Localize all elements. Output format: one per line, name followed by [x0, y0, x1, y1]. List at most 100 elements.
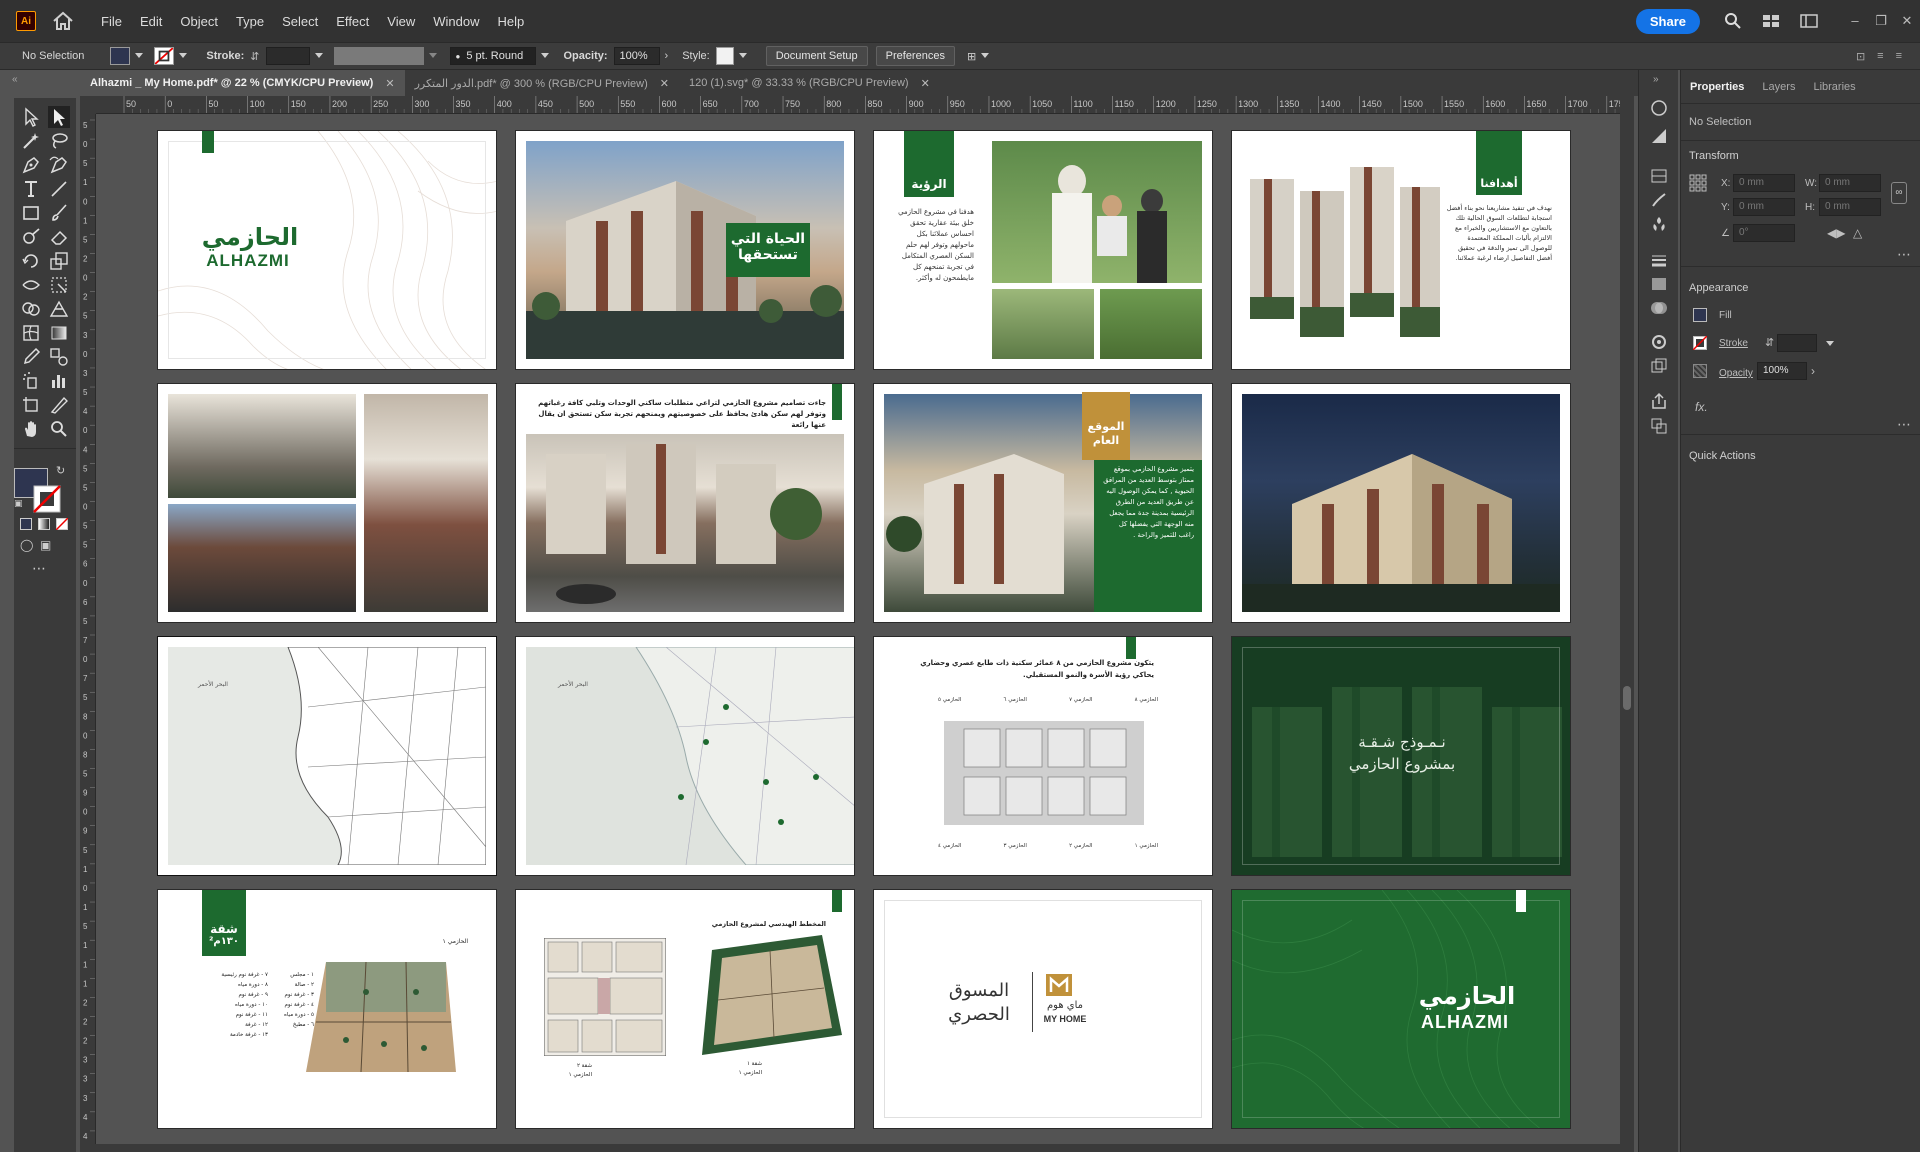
- w-field[interactable]: 0 mm: [1819, 174, 1881, 192]
- chevron-down-icon[interactable]: [738, 51, 748, 61]
- opacity-field[interactable]: 100%: [1757, 362, 1807, 380]
- align-icon[interactable]: ≡: [1877, 50, 1883, 62]
- type-tool-icon[interactable]: [20, 178, 42, 200]
- curvature-tool-icon[interactable]: [48, 154, 70, 176]
- horizontal-ruler[interactable]: 50 0 50 100 150 200 250 300 350 400 450 500 550 600 65…: [96, 96, 1620, 114]
- gradient-panel-icon[interactable]: [1649, 274, 1669, 294]
- symbol-sprayer-tool-icon[interactable]: [20, 370, 42, 392]
- blend-tool-icon[interactable]: [48, 346, 70, 368]
- restore-icon[interactable]: ❐: [1868, 13, 1894, 29]
- search-icon[interactable]: [1724, 12, 1742, 30]
- chevron-down-icon[interactable]: [1825, 339, 1835, 349]
- scale-tool-icon[interactable]: [48, 250, 70, 272]
- arrange-icon[interactable]: ⊞: [967, 50, 976, 63]
- export-icon[interactable]: [1649, 392, 1669, 412]
- gradient-mode-icon[interactable]: [38, 518, 50, 530]
- chevron-down-icon[interactable]: [540, 51, 550, 61]
- zoom-tool-icon[interactable]: [48, 418, 70, 440]
- menu-icon[interactable]: ≡: [1896, 50, 1902, 62]
- stroke-swatch[interactable]: [154, 47, 175, 65]
- chevron-down-icon[interactable]: [178, 51, 188, 61]
- artboard-9-map[interactable]: البحر الأحمر: [157, 636, 497, 876]
- share-button[interactable]: Share: [1635, 8, 1700, 34]
- more-tools-icon[interactable]: ⋯: [32, 560, 46, 577]
- more-options-icon[interactable]: ⋯: [1897, 246, 1911, 263]
- artboard-10-map-pins[interactable]: البحر الأحمر: [515, 636, 855, 876]
- y-field[interactable]: 0 mm: [1733, 198, 1795, 216]
- artboard-7-location[interactable]: الموقع العام يتميز مشروع الحازمي بموقع م…: [873, 383, 1213, 623]
- menu-help[interactable]: Help: [488, 14, 533, 29]
- column-graph-tool-icon[interactable]: [48, 370, 70, 392]
- artboard-14-engineering-plan[interactable]: المخطط الهندسي لمشروع الحازمي شقة ٢ الحا…: [515, 889, 855, 1129]
- stroke-weight-field[interactable]: [1777, 334, 1817, 352]
- opacity-label[interactable]: Opacity:: [564, 50, 608, 62]
- scrollbar-thumb[interactable]: [1623, 686, 1631, 710]
- artboard-12-apartment-model[interactable]: نـمـوذج شـقـة بمشروع الحازمي: [1231, 636, 1571, 876]
- close-icon[interactable]: ✕: [921, 77, 930, 90]
- stepper-icon[interactable]: ⇵: [1765, 336, 1774, 349]
- stroke-label[interactable]: Stroke: [1719, 338, 1748, 349]
- draw-mode-icon[interactable]: ◯: [20, 538, 33, 552]
- chevron-right-icon[interactable]: ›: [1811, 364, 1815, 378]
- swap-icon[interactable]: ↻: [56, 464, 65, 477]
- opacity-field[interactable]: 100%: [613, 47, 660, 65]
- graphic-styles-icon[interactable]: [1649, 356, 1669, 376]
- stroke-weight-field[interactable]: [265, 47, 310, 65]
- panel-layout-icon[interactable]: [1800, 12, 1818, 30]
- flip-vertical-icon[interactable]: △: [1853, 226, 1862, 240]
- tab-libraries[interactable]: Libraries: [1804, 81, 1864, 93]
- default-colors-icon[interactable]: ▣: [14, 498, 23, 509]
- menu-file[interactable]: File: [92, 14, 131, 29]
- eraser-tool-icon[interactable]: [48, 226, 70, 248]
- swatches-panel-icon[interactable]: [1649, 98, 1669, 118]
- close-icon[interactable]: ✕: [1894, 13, 1920, 29]
- constrain-proportions-icon[interactable]: ∞: [1891, 182, 1907, 204]
- chevron-down-icon[interactable]: [428, 51, 438, 61]
- rotate-field[interactable]: 0°: [1733, 224, 1795, 242]
- artboard-1-cover[interactable]: الحازمي ALHAZMI: [157, 130, 497, 370]
- menu-window[interactable]: Window: [424, 14, 488, 29]
- artboard-15-exclusive-marketer[interactable]: المسوق الحصري ماي هوم MY HOME: [873, 889, 1213, 1129]
- x-field[interactable]: 0 mm: [1733, 174, 1795, 192]
- artboard-8-night[interactable]: [1231, 383, 1571, 623]
- symbols-panel-icon[interactable]: [1649, 214, 1669, 234]
- shaper-tool-icon[interactable]: [20, 226, 42, 248]
- fill-swatch[interactable]: [110, 47, 131, 65]
- artboards-panel-icon[interactable]: [1649, 416, 1669, 436]
- eyedropper-tool-icon[interactable]: [20, 346, 42, 368]
- flip-horizontal-icon[interactable]: ◀▶: [1827, 226, 1845, 240]
- vertical-scrollbar[interactable]: [1620, 96, 1634, 1144]
- slice-tool-icon[interactable]: [48, 394, 70, 416]
- chevron-right-icon[interactable]: ›: [665, 50, 669, 62]
- mesh-tool-icon[interactable]: [20, 322, 42, 344]
- stepper-icon[interactable]: ⇵: [250, 50, 259, 63]
- h-field[interactable]: 0 mm: [1819, 198, 1881, 216]
- rectangle-tool-icon[interactable]: [20, 202, 42, 224]
- effects-icon[interactable]: fx.: [1695, 400, 1708, 414]
- home-icon[interactable]: [52, 11, 74, 31]
- stroke-panel-icon[interactable]: [1649, 250, 1669, 270]
- preferences-button[interactable]: Preferences: [875, 46, 955, 66]
- direct-selection-tool-icon[interactable]: [48, 106, 70, 128]
- width-tool-icon[interactable]: [20, 274, 42, 296]
- magic-wand-tool-icon[interactable]: [20, 130, 42, 152]
- brush-definition[interactable]: 5 pt. Round: [466, 50, 523, 62]
- chevron-down-icon[interactable]: [980, 51, 990, 61]
- opacity-label[interactable]: Opacity: [1719, 368, 1753, 379]
- artboard-5-collage[interactable]: [157, 383, 497, 623]
- screen-mode-icon[interactable]: ▣: [40, 538, 51, 552]
- hand-tool-icon[interactable]: [20, 418, 42, 440]
- color-guide-icon[interactable]: [1649, 126, 1669, 146]
- paintbrush-tool-icon[interactable]: [48, 202, 70, 224]
- collapse-panel-icon[interactable]: »: [1653, 74, 1659, 85]
- transparency-panel-icon[interactable]: [1649, 298, 1669, 318]
- tab-properties[interactable]: Properties: [1681, 81, 1753, 93]
- collapse-panel-icon[interactable]: «: [12, 74, 18, 85]
- none-mode-icon[interactable]: [56, 518, 68, 530]
- chevron-down-icon[interactable]: [134, 51, 144, 61]
- tab-layers[interactable]: Layers: [1753, 81, 1804, 93]
- line-segment-tool-icon[interactable]: [48, 178, 70, 200]
- artboard-11-site-plan[interactable]: يتكون مشروع الحازمي من ٨ عمائر سكنية ذات…: [873, 636, 1213, 876]
- selection-tool-icon[interactable]: [20, 106, 42, 128]
- artboard-16-back-cover[interactable]: الحازمي ALHAZMI: [1231, 889, 1571, 1129]
